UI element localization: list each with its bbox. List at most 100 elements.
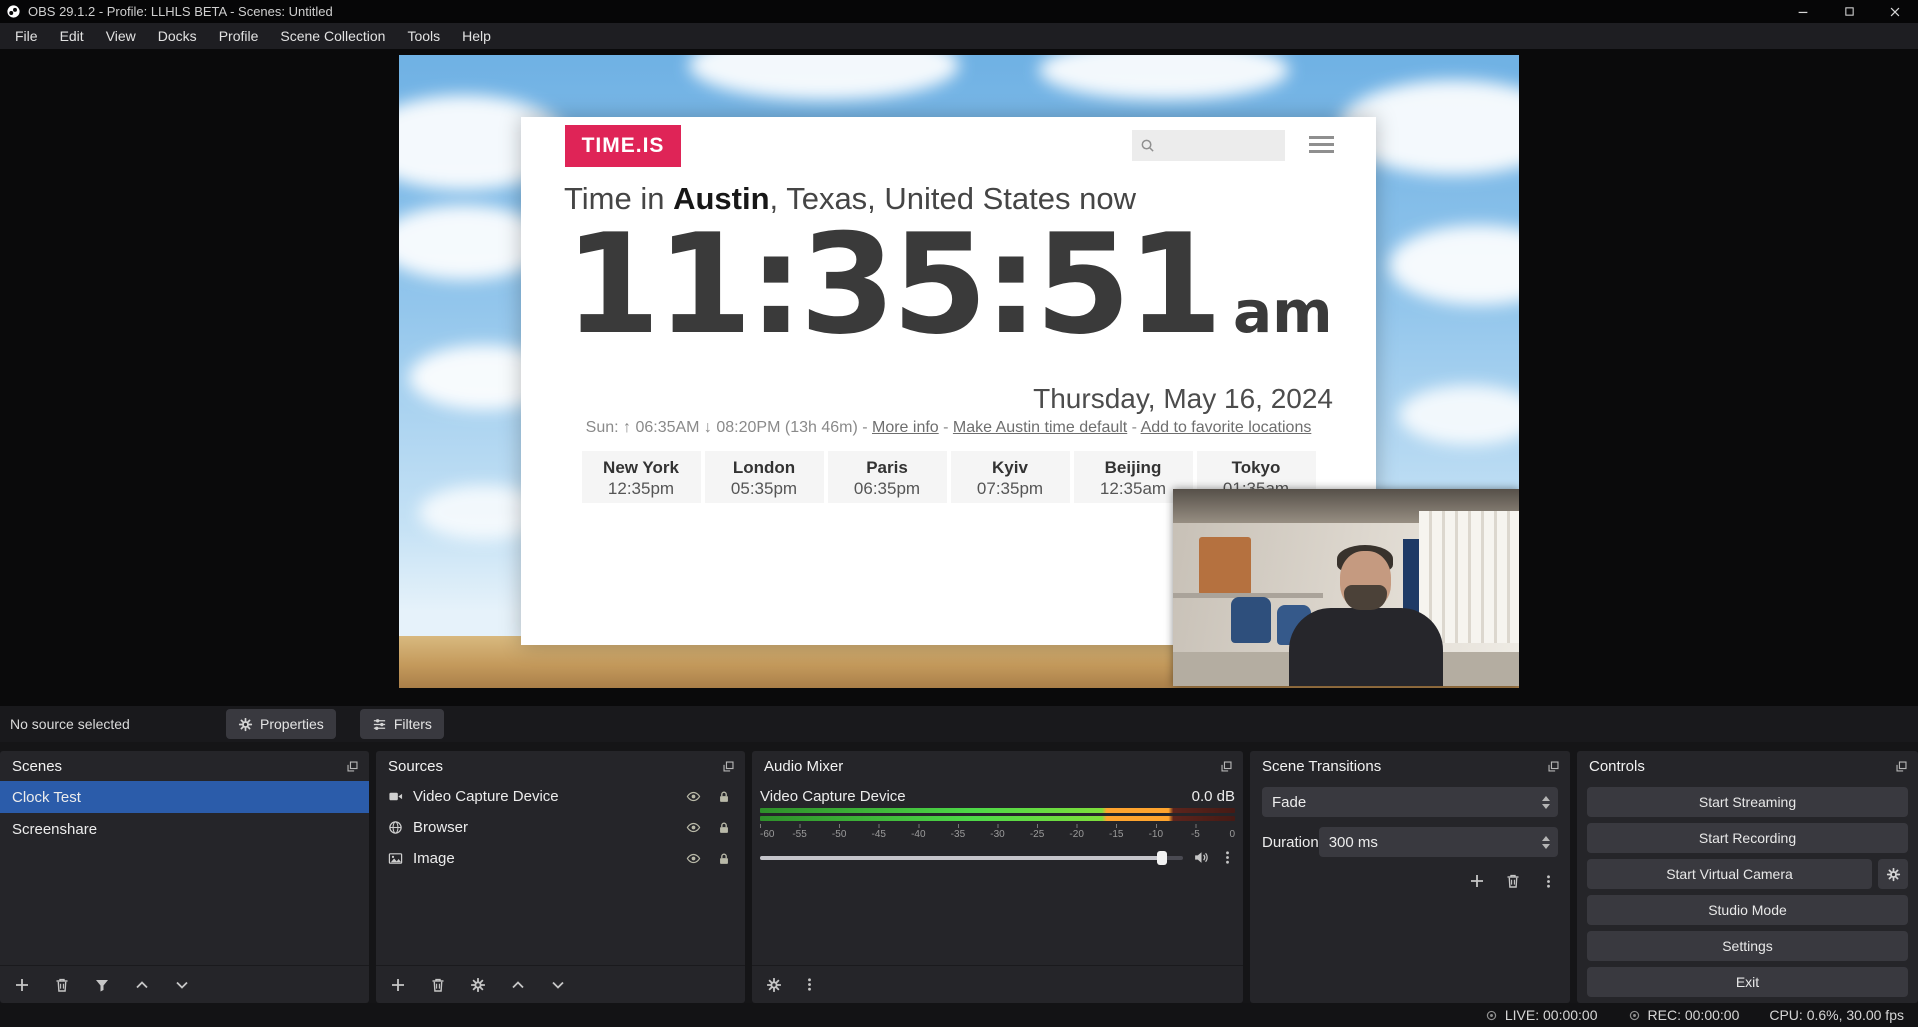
scene-filters-button[interactable] — [94, 977, 110, 993]
menu-edit[interactable]: Edit — [49, 23, 95, 49]
live-time: LIVE: 00:00:00 — [1505, 1007, 1598, 1023]
exit-button[interactable]: Exit — [1587, 967, 1908, 997]
visibility-eye-icon[interactable] — [686, 820, 701, 835]
settings-button[interactable]: Settings — [1587, 931, 1908, 961]
move-scene-down-button[interactable] — [174, 977, 190, 993]
volume-slider[interactable] — [760, 850, 1183, 866]
controls-dock-header[interactable]: Controls — [1577, 751, 1918, 781]
city-name: New York — [582, 458, 701, 478]
mixer-level-db: 0.0 dB — [1192, 788, 1235, 805]
add-transition-button[interactable] — [1469, 873, 1485, 889]
start-streaming-button[interactable]: Start Streaming — [1587, 787, 1908, 817]
menu-help[interactable]: Help — [451, 23, 502, 49]
menu-file[interactable]: File — [4, 23, 49, 49]
meter-db-scale: -60 -55 -50 -45 -40 -35 -30 -25 -20 -15 … — [760, 829, 1235, 842]
mute-speaker-icon[interactable] — [1193, 849, 1210, 866]
scale-label: -5 — [1191, 829, 1200, 840]
transitions-dock-header[interactable]: Scene Transitions — [1250, 751, 1570, 781]
popout-icon[interactable] — [1547, 760, 1560, 773]
city-time: 07:35pm — [951, 479, 1070, 499]
menu-tools[interactable]: Tools — [396, 23, 451, 49]
lock-icon[interactable] — [717, 789, 731, 804]
meter-tick-marks — [760, 824, 1235, 828]
source-properties-button[interactable] — [470, 977, 486, 993]
start-recording-button[interactable]: Start Recording — [1587, 823, 1908, 853]
window-title: OBS 29.1.2 - Profile: LLHLS BETA - Scene… — [28, 4, 333, 19]
remove-source-button[interactable] — [430, 977, 446, 993]
timeis-logo: TIME.IS — [565, 125, 681, 167]
remove-transition-button[interactable] — [1505, 873, 1521, 889]
city-time: 12:35pm — [582, 479, 701, 499]
selected-source-toolbar: No source selected Properties Filters — [0, 706, 1918, 742]
record-status-icon — [1628, 1009, 1641, 1022]
menu-scene-collection[interactable]: Scene Collection — [269, 23, 396, 49]
spinbox-arrows-icon[interactable] — [1542, 836, 1550, 849]
menu-profile[interactable]: Profile — [208, 23, 270, 49]
filters-icon — [372, 717, 387, 732]
virtual-camera-settings-button[interactable] — [1878, 859, 1908, 889]
city-time: 05:35pm — [705, 479, 824, 499]
visibility-eye-icon[interactable] — [686, 851, 701, 866]
scene-item-screenshare[interactable]: Screenshare — [0, 813, 369, 845]
source-item-browser[interactable]: Browser — [376, 812, 745, 843]
move-scene-up-button[interactable] — [134, 977, 150, 993]
move-source-up-button[interactable] — [510, 977, 526, 993]
duration-spinbox[interactable]: 300 ms — [1319, 827, 1558, 857]
popout-icon[interactable] — [722, 760, 735, 773]
menu-view[interactable]: View — [95, 23, 147, 49]
remove-scene-button[interactable] — [54, 977, 70, 993]
audio-mixer-dock-header[interactable]: Audio Mixer — [752, 751, 1243, 781]
lock-icon[interactable] — [717, 851, 731, 866]
transition-select[interactable]: Fade — [1262, 787, 1558, 817]
scene-item-clock-test[interactable]: Clock Test — [0, 781, 369, 813]
slider-handle[interactable] — [1157, 851, 1167, 865]
visibility-eye-icon[interactable] — [686, 789, 701, 804]
webcam-overlay-source[interactable] — [1173, 489, 1519, 686]
filters-button[interactable]: Filters — [360, 709, 444, 739]
source-item-video-capture[interactable]: Video Capture Device — [376, 781, 745, 812]
cloud — [1399, 385, 1519, 445]
hamburger-menu-icon — [1309, 136, 1334, 157]
sources-toolbar — [376, 965, 745, 1003]
minimize-button[interactable] — [1780, 0, 1826, 23]
maximize-button[interactable] — [1826, 0, 1872, 23]
duration-value: 300 ms — [1329, 834, 1378, 851]
program-preview[interactable]: TIME.IS Time in Austin, Texas, United St… — [399, 55, 1519, 688]
image-icon — [388, 851, 403, 866]
studio-mode-button[interactable]: Studio Mode — [1587, 895, 1908, 925]
clock-meridiem: am — [1233, 278, 1333, 346]
popout-icon[interactable] — [1895, 760, 1908, 773]
transition-options-dots[interactable] — [1541, 873, 1556, 889]
close-button[interactable] — [1872, 0, 1918, 23]
titlebar: OBS 29.1.2 - Profile: LLHLS BETA - Scene… — [0, 0, 1918, 23]
properties-button[interactable]: Properties — [226, 709, 336, 739]
slider-fill — [760, 856, 1162, 860]
add-scene-button[interactable] — [14, 977, 30, 993]
mixer-options-dots[interactable] — [802, 977, 817, 992]
source-item-image[interactable]: Image — [376, 843, 745, 874]
popout-icon[interactable] — [1220, 760, 1233, 773]
scale-label: -20 — [1069, 829, 1083, 840]
scenes-dock-title: Scenes — [12, 758, 62, 775]
preview-area[interactable]: TIME.IS Time in Austin, Texas, United St… — [0, 49, 1918, 706]
scenes-dock-header[interactable]: Scenes — [0, 751, 369, 781]
add-source-button[interactable] — [390, 977, 406, 993]
advanced-audio-gear-icon[interactable] — [766, 977, 782, 993]
scale-label: -30 — [990, 829, 1004, 840]
start-virtual-camera-button[interactable]: Start Virtual Camera — [1587, 859, 1872, 889]
cloud — [689, 55, 959, 100]
city-tile: London 05:35pm — [705, 451, 824, 503]
channel-options-dots[interactable] — [1220, 850, 1235, 865]
statusbar: LIVE: 00:00:00 REC: 00:00:00 CPU: 0.6%, … — [0, 1003, 1918, 1027]
combo-arrows-icon[interactable] — [1542, 796, 1550, 809]
transitions-dock-title: Scene Transitions — [1262, 758, 1381, 775]
cloud — [1039, 55, 1289, 100]
popout-icon[interactable] — [346, 760, 359, 773]
city-name: Beijing — [1074, 458, 1193, 478]
menu-docks[interactable]: Docks — [147, 23, 208, 49]
sources-dock-header[interactable]: Sources — [376, 751, 745, 781]
source-label: Image — [413, 850, 455, 867]
lock-icon[interactable] — [717, 820, 731, 835]
move-source-down-button[interactable] — [550, 977, 566, 993]
more-info-link: More info — [872, 419, 939, 436]
